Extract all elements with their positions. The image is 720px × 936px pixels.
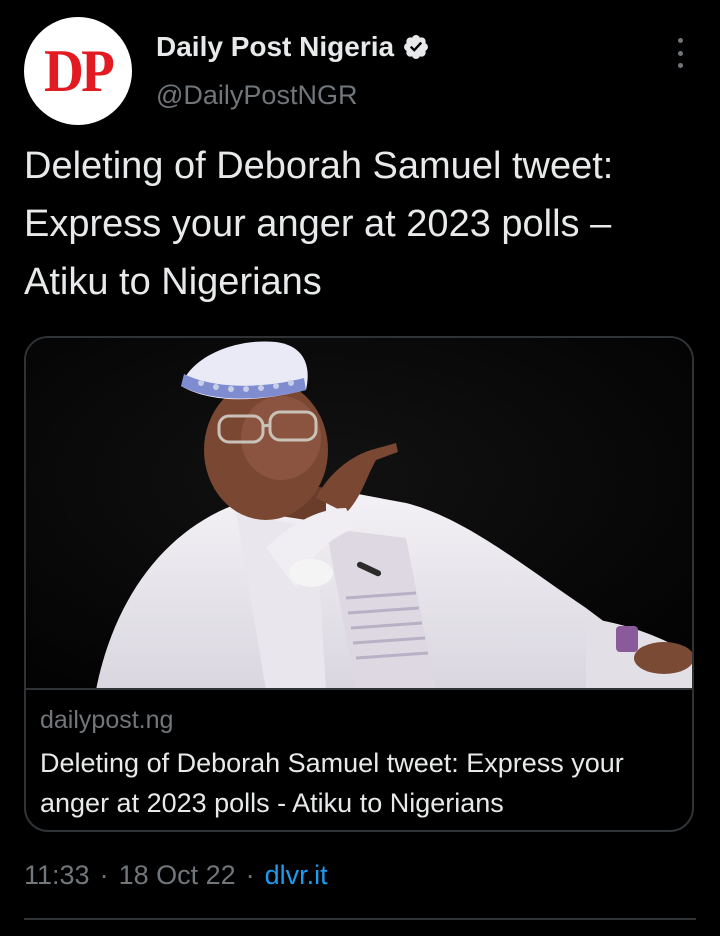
tweet-date[interactable]: 18 Oct 22 — [119, 862, 236, 889]
card-title: Deleting of Deborah Samuel tweet: Expres… — [40, 748, 624, 818]
tweet-text: Deleting of Deborah Samuel tweet: Expres… — [24, 145, 614, 303]
tweet-source-link[interactable]: dlvr.it — [265, 862, 328, 889]
avatar[interactable]: DP — [24, 17, 132, 125]
card-domain: dailypost.ng — [40, 706, 174, 734]
card-divider — [26, 688, 692, 690]
divider — [24, 918, 696, 920]
more-options-icon[interactable] — [668, 36, 692, 70]
link-preview-card[interactable]: dailypost.ng Deleting of Deborah Samuel … — [24, 336, 694, 832]
author-handle[interactable]: @DailyPostNGR — [156, 82, 357, 109]
author-name-row: Daily Post Nigeria — [156, 33, 430, 61]
meta-separator: · — [245, 860, 255, 890]
tweet-time[interactable]: 11:33 — [24, 862, 90, 889]
display-name[interactable]: Daily Post Nigeria — [156, 33, 394, 61]
article-photo — [26, 338, 692, 690]
tweet-meta: 11:33 · 18 Oct 22 · dlvr.it — [24, 862, 328, 889]
meta-separator: · — [99, 860, 109, 890]
verified-badge-icon — [402, 33, 430, 61]
avatar-logo-text: DP — [43, 38, 115, 104]
